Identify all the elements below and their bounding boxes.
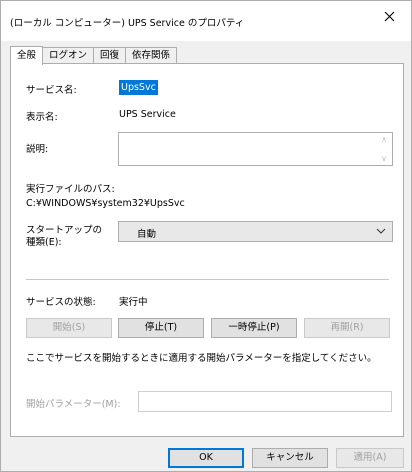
- title-bar: (ローカル コンピューター) UPS Service のプロパティ: [1, 1, 411, 41]
- description-field[interactable]: ∧ ∨: [118, 132, 393, 166]
- resume-button[interactable]: 再開(R): [304, 318, 390, 338]
- close-button[interactable]: [367, 1, 411, 31]
- cancel-button[interactable]: キャンセル: [252, 448, 328, 468]
- start-params-label: 開始パラメーター(M):: [26, 399, 121, 410]
- start-button[interactable]: 開始(S): [26, 318, 112, 338]
- start-params-hint: ここでサービスを開始するときに適用する開始パラメーターを指定してください。: [26, 353, 377, 364]
- service-status-value: 実行中: [119, 297, 148, 308]
- tab-logon[interactable]: ログオン: [42, 47, 95, 64]
- close-icon: [384, 11, 394, 21]
- chevron-down-icon: [376, 228, 386, 234]
- divider: [26, 279, 389, 280]
- startup-type-label-line2: 種類(E):: [26, 237, 62, 248]
- general-panel: [10, 63, 404, 437]
- startup-type-value: 自動: [137, 229, 157, 240]
- scroll-down-icon[interactable]: ∨: [381, 154, 387, 163]
- ok-button[interactable]: OK: [168, 448, 244, 468]
- service-name-value[interactable]: UpsSvc: [119, 80, 158, 95]
- service-name-label: サービス名:: [26, 85, 77, 96]
- service-status-label: サービスの状態:: [26, 297, 96, 308]
- properties-dialog: (ローカル コンピューター) UPS Service のプロパティ 全般 ログオ…: [0, 0, 412, 472]
- exe-path-value[interactable]: C:¥WINDOWS¥system32¥UpsSvc: [26, 198, 185, 209]
- description-scrollbar[interactable]: ∧ ∨: [376, 133, 392, 165]
- tab-strip: 全般 ログオン 回復 依存関係: [10, 46, 178, 65]
- display-name-value[interactable]: UPS Service: [119, 109, 176, 120]
- window-title: (ローカル コンピューター) UPS Service のプロパティ: [10, 18, 245, 29]
- stop-button[interactable]: 停止(T): [118, 318, 204, 338]
- pause-button[interactable]: 一時停止(P): [211, 318, 297, 338]
- exe-path-label: 実行ファイルのパス:: [26, 184, 115, 195]
- tab-recovery[interactable]: 回復: [93, 47, 127, 64]
- tab-dependencies[interactable]: 依存関係: [125, 47, 178, 64]
- display-name-label: 表示名:: [26, 112, 58, 123]
- startup-type-select[interactable]: 自動: [118, 221, 393, 242]
- scroll-up-icon[interactable]: ∧: [381, 135, 387, 144]
- tab-general[interactable]: 全般: [10, 46, 44, 65]
- description-label: 説明:: [26, 144, 49, 155]
- apply-button[interactable]: 適用(A): [336, 448, 404, 468]
- start-params-input[interactable]: [138, 391, 392, 412]
